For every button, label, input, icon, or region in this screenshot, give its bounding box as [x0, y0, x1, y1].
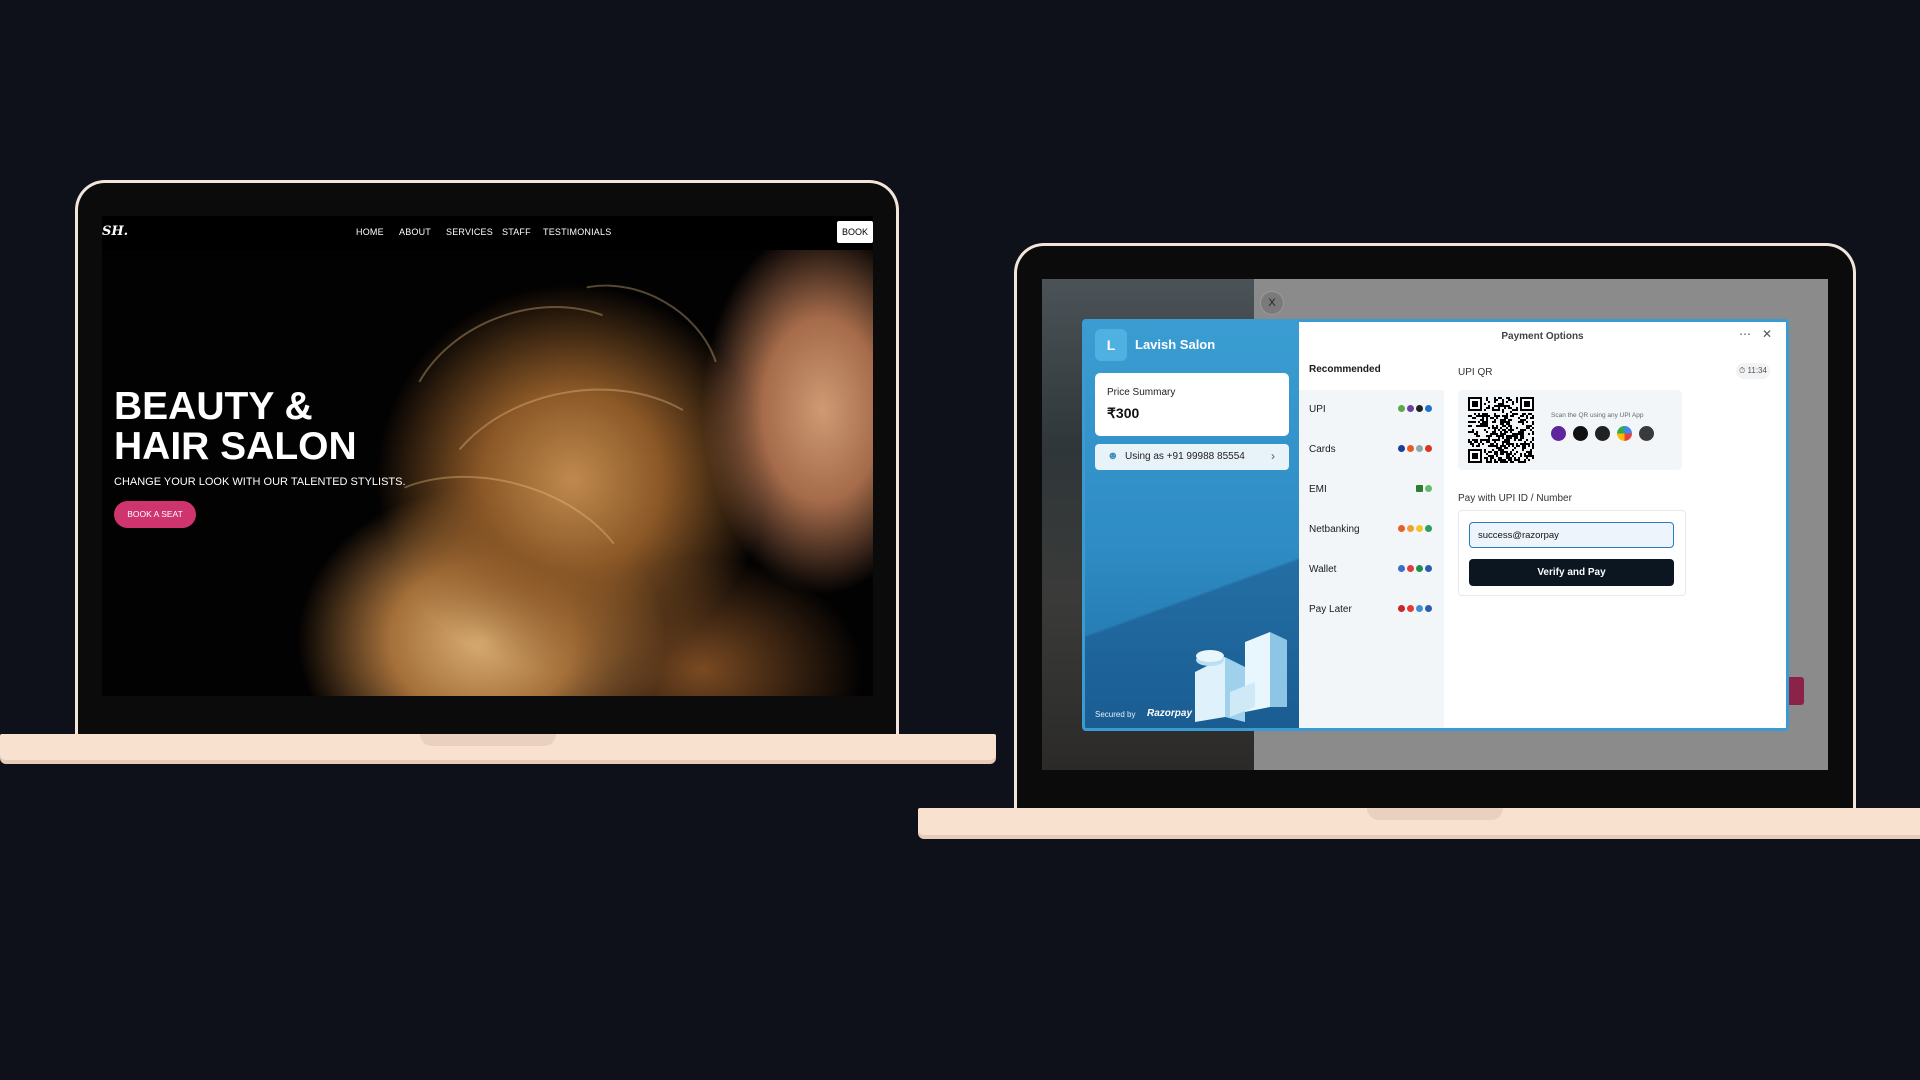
pay-later-icons [1398, 605, 1432, 615]
site-navbar: SH. HOME ABOUT SERVICES STAFF TESTIMONIA… [102, 216, 873, 250]
upi-detail-pane: UPI QR ⏱ 11:34 Scan the QR using any UPI… [1444, 350, 1786, 728]
method-wallet[interactable]: Wallet [1299, 550, 1444, 590]
nav-about[interactable]: ABOUT [399, 227, 431, 237]
method-label: Recommended [1309, 364, 1381, 375]
site-logo[interactable]: SH. [102, 224, 128, 239]
salon-website-screen: SH. HOME ABOUT SERVICES STAFF TESTIMONIA… [102, 216, 873, 696]
payment-modal: L Lavish Salon Price Summary ₹300 ☻ Usin… [1082, 319, 1789, 731]
payment-options-header: Payment Options ⋯ ✕ [1299, 322, 1786, 350]
method-netbanking[interactable]: Netbanking [1299, 510, 1444, 550]
verify-and-pay-button[interactable]: Verify and Pay [1469, 559, 1674, 586]
razorpay-logo: Razorpay [1147, 708, 1193, 719]
laptop-right-notch [1367, 808, 1503, 820]
card-network-icons [1398, 445, 1432, 455]
background-close-button[interactable]: X [1260, 291, 1284, 315]
qr-hint-text: Scan the QR using any UPI App [1551, 412, 1644, 419]
payment-method-list: Recommended UPI Cards EMI Netbanking Wal… [1299, 350, 1444, 728]
buildings-illustration [1195, 632, 1287, 722]
upi-app-icons [1398, 405, 1432, 415]
method-label: Cards [1309, 444, 1336, 455]
user-contact-text: Using as +91 99988 85554 [1125, 451, 1245, 462]
method-label: Pay Later [1309, 604, 1352, 615]
method-cards[interactable]: Cards [1299, 430, 1444, 470]
method-label: UPI [1309, 404, 1326, 415]
nav-home[interactable]: HOME [356, 227, 384, 237]
payment-options-title: Payment Options [1501, 331, 1584, 342]
google-pay-icon [1617, 426, 1632, 441]
emi-icons [1416, 485, 1432, 495]
qr-code[interactable] [1468, 397, 1534, 463]
apple-pay-icon [1639, 426, 1654, 441]
qr-container: Scan the QR using any UPI App [1458, 390, 1682, 470]
user-icon: ☻ [1107, 450, 1119, 462]
close-icon[interactable]: ✕ [1762, 327, 1772, 341]
method-pay-later[interactable]: Pay Later [1299, 590, 1444, 630]
upi-id-input[interactable] [1469, 522, 1674, 548]
bank-icons [1398, 525, 1432, 535]
method-recommended[interactable]: Recommended [1299, 350, 1444, 390]
paytm-icon [1573, 426, 1588, 441]
upi-id-form: Verify and Pay [1458, 510, 1686, 596]
hero-image: BEAUTY & HAIR SALON CHANGE YOUR LOOK WIT… [102, 250, 873, 696]
secured-by-label: Secured by [1095, 710, 1136, 719]
user-contact-chip[interactable]: ☻ Using as +91 99988 85554 › [1095, 444, 1289, 470]
upi-id-label: Pay with UPI ID / Number [1458, 493, 1572, 504]
price-value: ₹300 [1107, 405, 1140, 421]
checkout-screen: X L Lavish Salon Price Summary ₹300 ☻ Us… [1042, 279, 1828, 770]
chevron-right-icon: › [1271, 449, 1275, 463]
nav-staff[interactable]: STAFF [502, 227, 531, 237]
merchant-avatar: L [1095, 329, 1127, 361]
upi-qr-label: UPI QR [1458, 367, 1493, 378]
merchant-name: Lavish Salon [1135, 337, 1216, 352]
qr-timer-value: 11:34 [1747, 366, 1767, 375]
merchant-panel: L Lavish Salon Price Summary ₹300 ☻ Usin… [1085, 322, 1299, 728]
more-options-icon[interactable]: ⋯ [1739, 327, 1751, 341]
phonepe-icon [1551, 426, 1566, 441]
hero-title: BEAUTY & HAIR SALON [114, 385, 357, 468]
method-emi[interactable]: EMI [1299, 470, 1444, 510]
method-label: Netbanking [1309, 524, 1360, 535]
bhim-icon [1595, 426, 1610, 441]
book-button[interactable]: BOOK [837, 221, 873, 243]
method-label: EMI [1309, 484, 1327, 495]
price-summary-card: Price Summary ₹300 [1095, 373, 1289, 436]
nav-testimonials[interactable]: TESTIMONIALS [543, 227, 611, 237]
wallet-icons [1398, 565, 1432, 575]
upi-app-row [1551, 426, 1654, 441]
laptop-left-notch [420, 734, 556, 746]
book-a-seat-button[interactable]: BOOK A SEAT [114, 501, 196, 528]
method-label: Wallet [1309, 564, 1337, 575]
price-summary-label: Price Summary [1107, 387, 1176, 398]
qr-timer-badge: ⏱ 11:34 [1736, 363, 1770, 379]
method-upi[interactable]: UPI [1299, 390, 1444, 430]
nav-services[interactable]: SERVICES [446, 227, 493, 237]
hero-subtitle: CHANGE YOUR LOOK WITH OUR TALENTED STYLI… [114, 476, 406, 488]
